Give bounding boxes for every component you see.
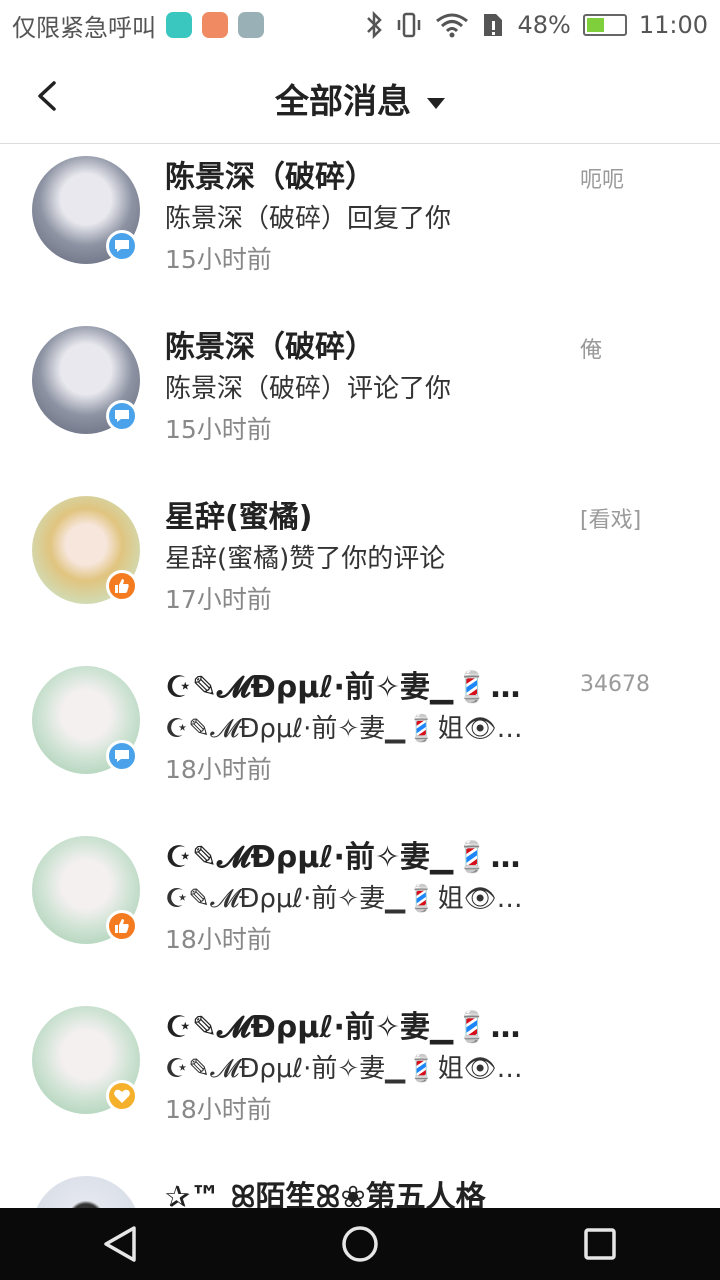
message-text: ☪✎𝓜Ɖρμℓ·前✧妻▁💈姐👁株式会社... — [165, 884, 545, 914]
message-time: 18小时前 — [165, 925, 272, 954]
message-time: 17小时前 — [165, 585, 272, 614]
message-text: ☪✎𝓜Ɖρμℓ·前✧妻▁💈姐👁株式会社... — [165, 1054, 545, 1084]
battery-icon — [582, 14, 627, 36]
message-item[interactable]: ☪✎𝓜Ɖρμℓ·前✧妻▁💈姐... ☪✎𝓜Ɖρμℓ·前✧妻▁💈姐👁株式会社...… — [0, 824, 720, 994]
message-item[interactable]: 星辞(蜜橘) 星辞(蜜橘)赞了你的评论 17小时前 [看戏] — [0, 484, 720, 654]
message-time: 15小时前 — [165, 415, 272, 444]
status-bar: 仅限紧急呼叫 48% 11:00 — [0, 0, 720, 50]
quoted-content: 俺 — [580, 338, 603, 363]
caret-down-icon — [427, 98, 445, 109]
message-item[interactable]: ☪✎𝓜Ɖρμℓ·前✧妻▁💈姐... ☪✎𝓜Ɖρμℓ·前✧妻▁💈姐👁株式会社...… — [0, 994, 720, 1164]
battery-percent: 48% — [517, 11, 571, 39]
system-navigation-bar — [0, 1208, 720, 1280]
message-list[interactable]: 陈景深（破碎） 陈景深（破碎）回复了你 15小时前 呃呃 陈景深（破碎） 陈景深… — [0, 144, 720, 1208]
comment-icon — [106, 740, 138, 772]
sim-alert-icon — [484, 14, 503, 36]
nav-recents-button[interactable] — [570, 1214, 630, 1274]
shopping-app-icon — [202, 12, 228, 38]
sender-name: ☪✎𝓜Ɖρμℓ·前✧妻▁💈姐... — [165, 670, 545, 705]
message-item[interactable]: 陈景深（破碎） 陈景深（破碎）评论了你 15小时前 俺 — [0, 314, 720, 484]
sender-name: ✰™ ꕤ陌笙ꕤ❀第五人格 — [165, 1180, 486, 1208]
comment-icon — [106, 230, 138, 262]
thumbs-up-icon — [106, 910, 138, 942]
nav-back-button[interactable] — [90, 1214, 150, 1274]
quoted-content: 34678 — [580, 672, 650, 697]
comment-icon — [106, 400, 138, 432]
vibrate-icon — [398, 12, 421, 38]
avatar[interactable] — [32, 1176, 140, 1208]
message-filter-dropdown[interactable]: 全部消息 — [0, 74, 720, 123]
quoted-content: [看戏] — [580, 508, 642, 533]
clock: 11:00 — [638, 11, 708, 39]
nav-home-button[interactable] — [330, 1214, 390, 1274]
message-text: 陈景深（破碎）回复了你 — [165, 204, 452, 234]
circle-home-icon — [342, 1226, 378, 1262]
message-text: 陈景深（破碎）评论了你 — [165, 374, 452, 404]
sender-name: ☪✎𝓜Ɖρμℓ·前✧妻▁💈姐... — [165, 1010, 545, 1045]
quoted-content: 呃呃 — [580, 168, 625, 193]
message-time: 18小时前 — [165, 755, 272, 784]
bluetooth-icon — [367, 11, 383, 39]
message-text: ☪✎𝓜Ɖρμℓ·前✧妻▁💈姐👁株式会社... — [165, 714, 545, 744]
sender-name: ☪✎𝓜Ɖρμℓ·前✧妻▁💈姐... — [165, 840, 545, 875]
carrier-text: 仅限紧急呼叫 — [12, 13, 156, 42]
square-recents-icon — [584, 1228, 616, 1260]
sender-name: 陈景深（破碎） — [165, 330, 375, 365]
message-item[interactable]: 陈景深（破碎） 陈景深（破碎）回复了你 15小时前 呃呃 — [0, 144, 720, 314]
sender-name: 陈景深（破碎） — [165, 160, 375, 195]
heart-icon — [106, 1080, 138, 1112]
message-item[interactable]: ✰™ ꕤ陌笙ꕤ❀第五人格 — [0, 1164, 720, 1208]
message-time: 18小时前 — [165, 1095, 272, 1124]
wifi-icon — [436, 13, 469, 38]
message-text: 星辞(蜜橘)赞了你的评论 — [165, 544, 446, 574]
gallery-app-icon — [238, 12, 264, 38]
thumbs-up-icon — [106, 570, 138, 602]
triangle-back-icon — [104, 1226, 136, 1262]
app-header: 全部消息 — [0, 50, 720, 144]
sender-name: 星辞(蜜橘) — [165, 500, 313, 535]
message-item[interactable]: ☪✎𝓜Ɖρμℓ·前✧妻▁💈姐... ☪✎𝓜Ɖρμℓ·前✧妻▁💈姐👁株式会社...… — [0, 654, 720, 824]
moon-app-icon — [166, 12, 192, 38]
page-title: 全部消息 — [275, 82, 411, 122]
message-time: 15小时前 — [165, 245, 272, 274]
